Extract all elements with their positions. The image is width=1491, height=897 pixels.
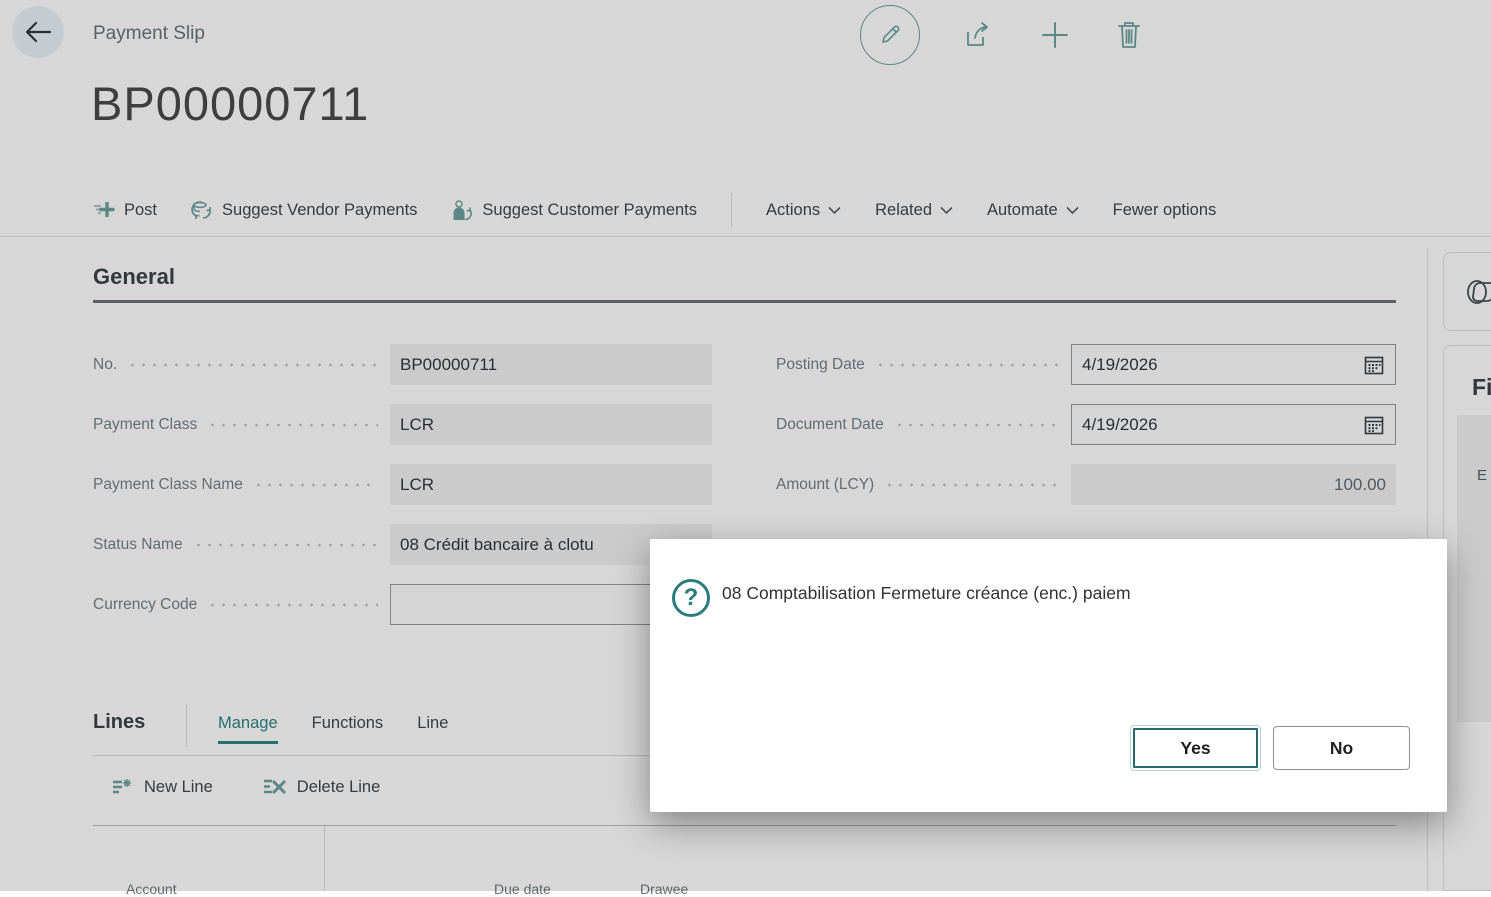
payment-class-label: Payment Class: [93, 416, 197, 434]
suggest-vendor-icon: [191, 199, 213, 221]
related-menu[interactable]: Related: [875, 201, 953, 220]
general-section-title: General: [93, 264, 175, 290]
no-button[interactable]: No: [1273, 726, 1410, 770]
tab-manage[interactable]: Manage: [218, 714, 278, 744]
general-left-column: No. BP00000711 Payment Class LCR Payment…: [93, 344, 712, 644]
dotted-leader: [894, 404, 1059, 445]
field-posting-date: Posting Date 4/19/2026: [776, 344, 1396, 385]
payment-class-field: LCR: [390, 404, 712, 445]
factbox-field: E: [1457, 415, 1491, 722]
field-no: No. BP00000711: [93, 344, 712, 385]
lines-table-top-border: [93, 825, 1396, 826]
delete-record-button[interactable]: [1114, 19, 1144, 51]
field-payment-class: Payment Class LCR: [93, 404, 712, 445]
suggest-customer-payments-button[interactable]: Suggest Customer Payments: [451, 199, 697, 221]
share-button[interactable]: [962, 18, 996, 52]
field-document-date: Document Date 4/19/2026: [776, 404, 1396, 445]
payment-class-name-label: Payment Class Name: [93, 476, 243, 494]
currency-code-label: Currency Code: [93, 596, 197, 614]
factbox-title: Fi: [1472, 374, 1491, 401]
calendar-icon[interactable]: [1363, 354, 1385, 376]
no-label: No.: [93, 356, 117, 374]
action-bar-divider: [731, 193, 732, 227]
action-bar-border: [0, 236, 1491, 237]
tab-functions[interactable]: Functions: [312, 714, 384, 744]
lines-table-column-divider: [324, 826, 325, 891]
payment-class-name-field: LCR: [390, 464, 712, 505]
post-button[interactable]: Post: [93, 200, 157, 220]
chevron-down-icon: [1066, 206, 1079, 215]
fewer-options-button[interactable]: Fewer options: [1113, 201, 1217, 220]
copilot-icon: [1464, 275, 1491, 309]
delete-line-button[interactable]: Delete Line: [261, 776, 380, 798]
table-header-account: Account: [126, 881, 177, 897]
page-title: BP00000711: [91, 76, 369, 131]
trash-icon: [1114, 19, 1144, 51]
confirmation-dialog: ? 08 Comptabilisation Fermeture créance …: [650, 539, 1447, 812]
record-toolbar: [860, 0, 1144, 70]
dialog-message: 08 Comptabilisation Fermeture créance (e…: [722, 583, 1131, 604]
dotted-leader: [253, 464, 378, 505]
page-caption: Payment Slip: [93, 23, 205, 45]
edit-button[interactable]: [860, 5, 920, 65]
chevron-down-icon: [828, 206, 841, 215]
document-date-label: Document Date: [776, 416, 884, 434]
plus-icon: [1038, 18, 1072, 52]
dotted-leader: [207, 584, 378, 625]
suggest-customer-icon: [451, 199, 473, 221]
amount-lcy-label: Amount (LCY): [776, 476, 874, 494]
suggest-vendor-payments-button[interactable]: Suggest Vendor Payments: [191, 199, 417, 221]
dotted-leader: [193, 524, 378, 565]
posting-date-field[interactable]: 4/19/2026: [1071, 344, 1396, 385]
back-arrow-icon: [23, 20, 53, 44]
general-right-column: Posting Date 4/19/2026 Document Date 4/1…: [776, 344, 1396, 524]
lines-divider: [186, 705, 187, 747]
dotted-leader: [207, 404, 378, 445]
table-header-drawee: Drawee: [640, 881, 688, 897]
lines-action-row: New Line Delete Line: [110, 776, 380, 798]
general-section-rule: [93, 300, 1396, 303]
copilot-card[interactable]: [1443, 252, 1491, 331]
field-amount-lcy: Amount (LCY) 100.00: [776, 464, 1396, 505]
new-line-button[interactable]: New Line: [110, 776, 213, 798]
field-currency-code: Currency Code: [93, 584, 712, 625]
new-record-button[interactable]: [1038, 18, 1072, 52]
chevron-down-icon: [940, 206, 953, 215]
no-field: BP00000711: [390, 344, 712, 385]
dotted-leader: [127, 344, 378, 385]
table-header-due-date: Due date: [494, 881, 551, 897]
field-status-name: Status Name 08 Crédit bancaire à clotu: [93, 524, 712, 565]
lines-tabs: Manage Functions Line: [218, 714, 448, 744]
field-payment-class-name: Payment Class Name LCR: [93, 464, 712, 505]
status-name-label: Status Name: [93, 536, 183, 554]
actions-menu[interactable]: Actions: [766, 201, 841, 220]
action-bar: Post Suggest Vendor Payments Suggest Cus…: [93, 186, 1491, 234]
post-icon: [93, 200, 115, 220]
tab-line[interactable]: Line: [417, 714, 448, 744]
automate-menu[interactable]: Automate: [987, 201, 1079, 220]
back-button[interactable]: [12, 6, 64, 58]
dotted-leader: [875, 344, 1059, 385]
share-icon: [962, 18, 996, 52]
delete-line-icon: [261, 776, 287, 798]
dotted-leader: [884, 464, 1059, 505]
pencil-icon: [877, 22, 903, 48]
amount-lcy-field: 100.00: [1071, 464, 1396, 505]
document-date-field[interactable]: 4/19/2026: [1071, 404, 1396, 445]
calendar-icon[interactable]: [1363, 414, 1385, 436]
question-icon: ?: [672, 579, 710, 617]
posting-date-label: Posting Date: [776, 356, 865, 374]
new-line-icon: [110, 776, 134, 798]
factbox-field-label: E: [1477, 467, 1487, 484]
yes-button[interactable]: Yes: [1130, 725, 1261, 771]
lines-section-title: Lines: [93, 711, 145, 734]
